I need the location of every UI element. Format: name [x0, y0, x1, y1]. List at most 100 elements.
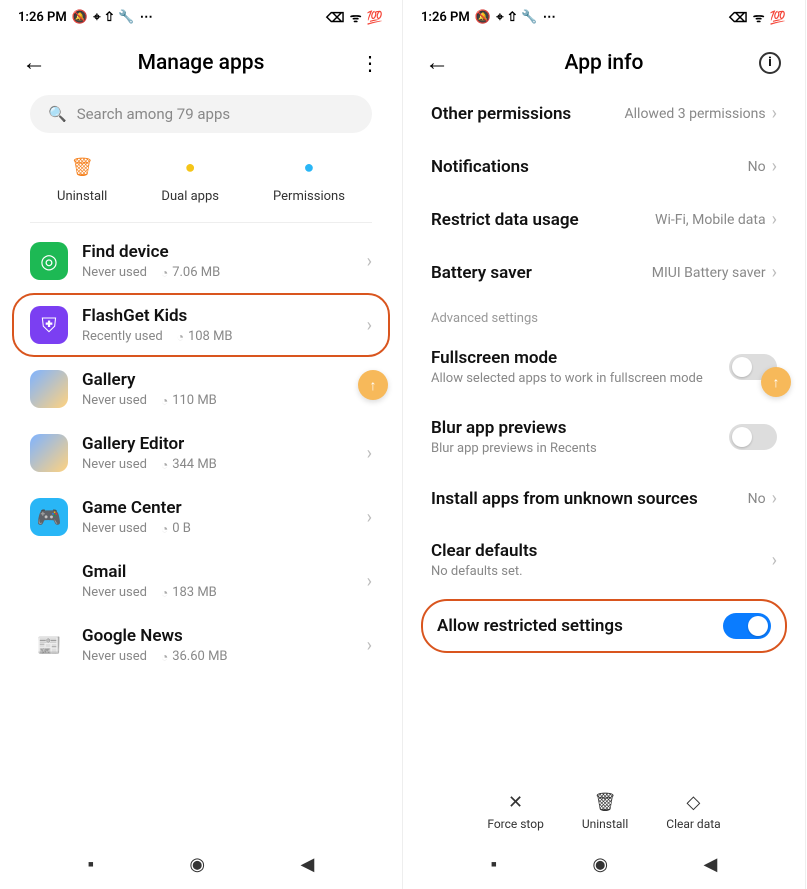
status-icons-left: 🔕 ⌖ ⇧ 🔧 ⋯: [475, 10, 557, 25]
app-icon: [30, 370, 68, 408]
app-meta: Never used 110 MB: [82, 393, 353, 408]
setting-battery-saver[interactable]: Battery saver MIUI Battery saver ›: [421, 246, 787, 299]
chevron-right-icon: ›: [367, 507, 372, 528]
app-size: 108 MB: [177, 329, 233, 344]
app-item-gmail[interactable]: M Gmail Never used 183 MB ›: [12, 549, 390, 613]
toggle[interactable]: [729, 424, 777, 450]
action-dual-apps[interactable]: ●Dual apps: [161, 153, 219, 204]
app-icon: ◎: [30, 242, 68, 280]
nav-recent[interactable]: ▪: [88, 854, 94, 875]
setting-label: Notifications: [431, 157, 529, 177]
force-stop-icon: ✕: [508, 792, 523, 813]
clear-data-icon: ◇: [687, 792, 701, 813]
nav-recent[interactable]: ▪: [491, 854, 497, 875]
setting-clear-defaults[interactable]: Clear defaultsNo defaults set. ›: [421, 525, 787, 595]
chevron-right-icon: ›: [772, 156, 777, 177]
app-info: Gmail Never used 183 MB: [82, 562, 353, 600]
search-input[interactable]: 🔍 Search among 79 apps: [30, 95, 372, 133]
app-list: ◎ Find device Never used 7.06 MB ›⛨ Flas…: [0, 229, 402, 677]
setting-sub: Blur app previews in Recents: [431, 441, 719, 456]
page-title: App info: [449, 51, 759, 75]
setting-sub: Allow selected apps to work in fullscree…: [431, 371, 719, 386]
uninstall-icon: 🗑: [594, 792, 617, 813]
status-icons-right: ⌫ ᯤ 💯: [729, 8, 787, 26]
app-info-screen: 1:26 PM 🔕 ⌖ ⇧ 🔧 ⋯ ⌫ ᯤ 💯 ← App info i Oth…: [403, 0, 806, 889]
app-name: Find device: [82, 242, 353, 262]
app-item-find-device[interactable]: ◎ Find device Never used 7.06 MB ›: [12, 229, 390, 293]
app-name: Google News: [82, 626, 353, 646]
header: ← App info i: [403, 34, 805, 87]
app-name: Gallery: [82, 370, 353, 390]
setting-value: Allowed 3 permissions ›: [625, 103, 778, 124]
overflow-menu[interactable]: ⋮: [356, 51, 380, 75]
bottom-action-uninstall[interactable]: 🗑Uninstall: [582, 792, 628, 831]
action-uninstall[interactable]: 🗑 Uninstall: [57, 153, 107, 204]
setting-blur-app-previews[interactable]: Blur app previews Blur app previews in Re…: [421, 402, 787, 472]
search-icon: 🔍: [48, 105, 67, 123]
app-item-game-center[interactable]: 🎮 Game Center Never used 0 B ›: [12, 485, 390, 549]
app-size: 183 MB: [161, 585, 217, 600]
chevron-right-icon: ›: [367, 571, 372, 592]
bottom-actions: ✕ Force stop 🗑Uninstall ◇Clear data: [403, 782, 805, 841]
status-icons-left: 🔕 ⌖ ⇧ 🔧 ⋯: [72, 10, 154, 25]
setting-allow-restricted-settings[interactable]: Allow restricted settings: [421, 599, 787, 653]
chevron-right-icon: ›: [772, 209, 777, 230]
nav-back[interactable]: ◀: [703, 854, 717, 875]
chevron-right-icon: ›: [772, 550, 777, 571]
app-info: Gallery Never used 110 MB: [82, 370, 353, 408]
nav-back[interactable]: ◀: [300, 854, 314, 875]
app-name: Game Center: [82, 498, 353, 518]
action-label: Uninstall: [57, 189, 107, 204]
floating-badge[interactable]: ↑: [761, 367, 791, 397]
setting-label: Blur app previews: [431, 418, 719, 438]
app-size: 344 MB: [161, 457, 217, 472]
app-item-gallery-editor[interactable]: Gallery Editor Never used 344 MB ›: [12, 421, 390, 485]
header: ← Manage apps ⋮: [0, 34, 402, 87]
app-icon: M: [30, 562, 68, 600]
dual apps-icon: ●: [176, 153, 204, 181]
setting-value: ›: [772, 550, 777, 571]
setting-other-permissions[interactable]: Other permissions Allowed 3 permissions …: [421, 87, 787, 140]
status-bar: 1:26 PM 🔕 ⌖ ⇧ 🔧 ⋯ ⌫ ᯤ 💯: [0, 0, 402, 34]
floating-badge[interactable]: ↑: [358, 370, 388, 400]
status-time: 1:26 PM: [18, 10, 67, 25]
settings-list: Other permissions Allowed 3 permissions …: [403, 87, 805, 653]
setting-label: Allow restricted settings: [437, 616, 713, 636]
app-icon: 🎮: [30, 498, 68, 536]
setting-label: Other permissions: [431, 104, 571, 124]
setting-value: MIUI Battery saver ›: [652, 262, 777, 283]
setting-notifications[interactable]: Notifications No ›: [421, 140, 787, 193]
setting-install-apps-from-unknown-sources[interactable]: Install apps from unknown sources No ›: [421, 472, 787, 525]
back-button[interactable]: ←: [22, 48, 46, 77]
app-info: FlashGet Kids Recently used 108 MB: [82, 306, 353, 344]
info-button[interactable]: i: [759, 52, 783, 74]
app-info: Google News Never used 36.60 MB: [82, 626, 353, 664]
setting-sub: No defaults set.: [431, 564, 762, 579]
setting-fullscreen-mode[interactable]: Fullscreen mode Allow selected apps to wo…: [421, 332, 787, 402]
nav-home[interactable]: ◉: [189, 854, 205, 875]
app-size: 7.06 MB: [161, 265, 220, 280]
bottom-action-force-stop[interactable]: ✕ Force stop: [487, 792, 544, 831]
app-item-gallery[interactable]: Gallery Never used 110 MB ›: [12, 357, 390, 421]
action-label: Permissions: [273, 189, 345, 204]
uninstall-icon: 🗑: [68, 153, 96, 181]
bottom-action-clear-data[interactable]: ◇Clear data: [666, 792, 720, 831]
setting-label: Install apps from unknown sources: [431, 489, 738, 509]
chevron-right-icon: ›: [772, 488, 777, 509]
action-permissions[interactable]: ●Permissions: [273, 153, 345, 204]
app-item-google-news[interactable]: 📰 Google News Never used 36.60 MB ›: [12, 613, 390, 677]
app-item-flashget-kids[interactable]: ⛨ FlashGet Kids Recently used 108 MB ›: [12, 293, 390, 357]
nav-home[interactable]: ◉: [592, 854, 608, 875]
app-meta: Never used 0 B: [82, 521, 353, 536]
setting-value: No ›: [748, 488, 777, 509]
setting-label: Fullscreen mode: [431, 348, 719, 368]
chevron-right-icon: ›: [367, 443, 372, 464]
bottom-action-label: Force stop: [487, 817, 544, 831]
app-usage: Never used: [82, 585, 147, 600]
back-button[interactable]: ←: [425, 48, 449, 77]
manage-apps-screen: 1:26 PM 🔕 ⌖ ⇧ 🔧 ⋯ ⌫ ᯤ 💯 ← Manage apps ⋮ …: [0, 0, 403, 889]
setting-restrict-data-usage[interactable]: Restrict data usage Wi-Fi, Mobile data ›: [421, 193, 787, 246]
app-usage: Never used: [82, 393, 147, 408]
app-usage: Never used: [82, 457, 147, 472]
toggle[interactable]: [723, 613, 771, 639]
